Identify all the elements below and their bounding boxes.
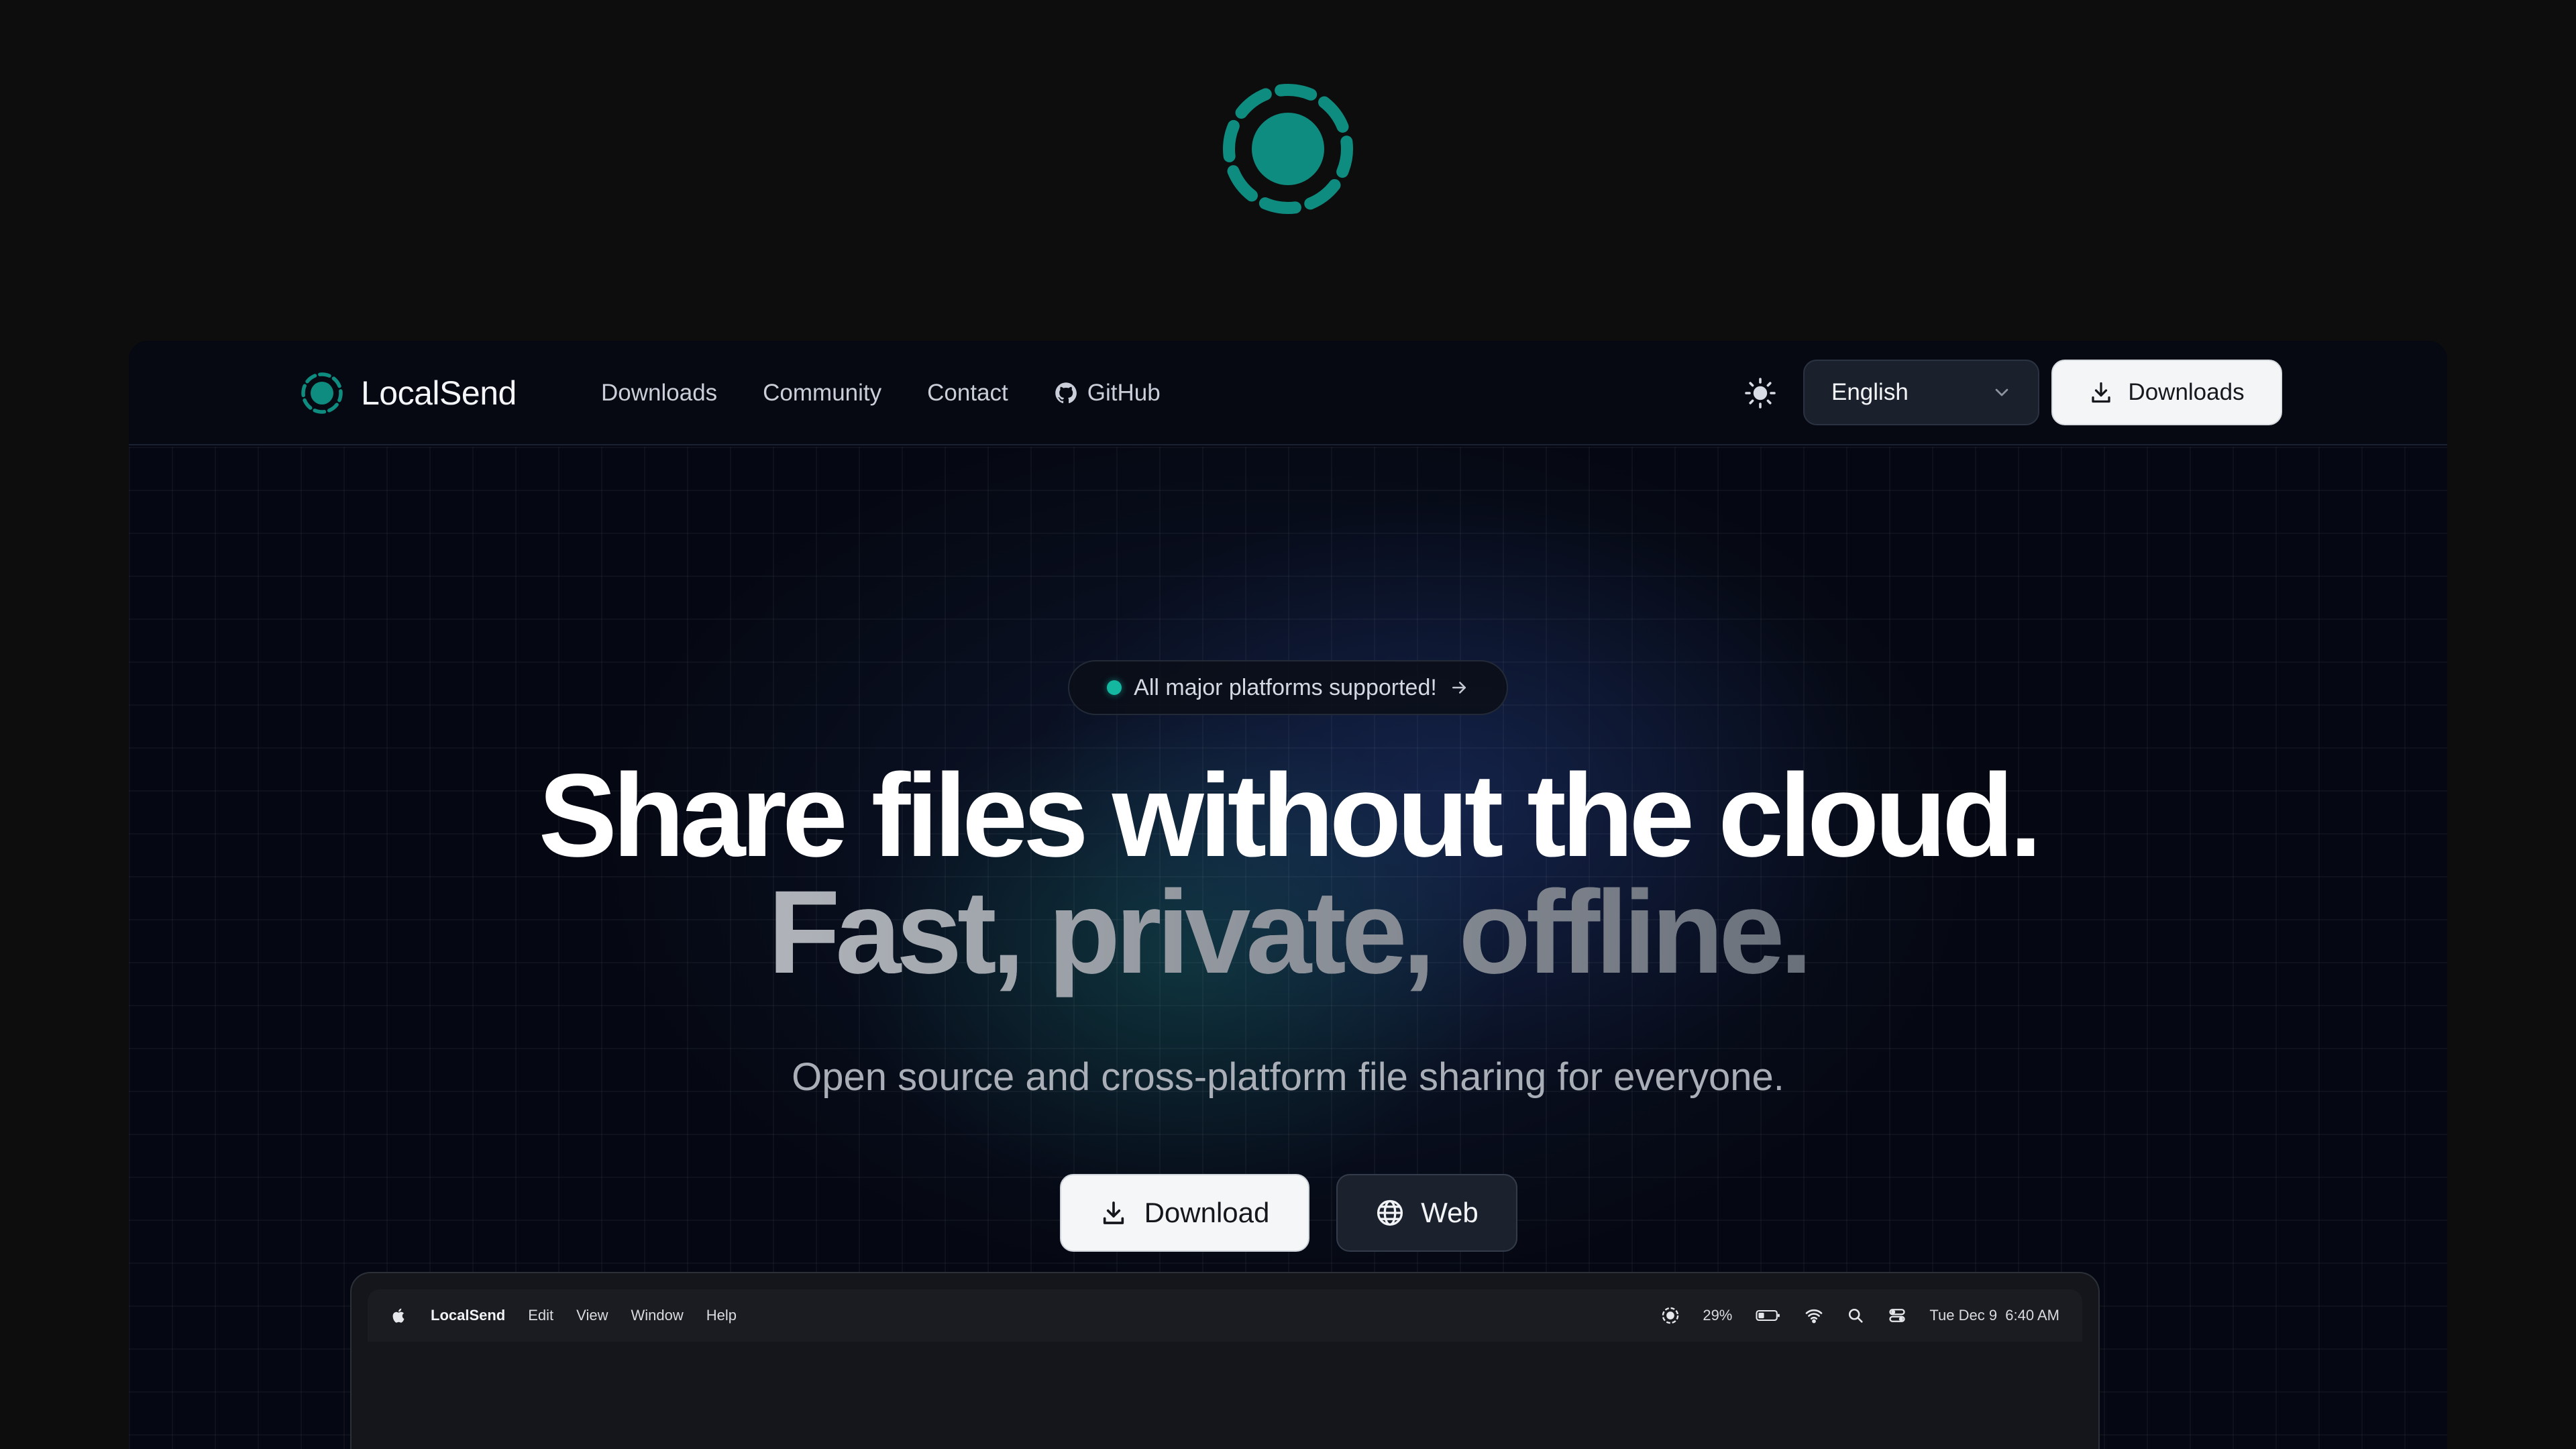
globe-icon (1377, 1199, 1403, 1226)
nav-label: Community (763, 380, 882, 406)
apple-icon (392, 1308, 405, 1323)
hero-subheadline: Fast, private, offline. (129, 873, 2447, 991)
mac-datetime: Tue Dec 9 6:40 AM (1929, 1307, 2059, 1324)
github-icon (1055, 382, 1077, 404)
nav-downloads[interactable]: Downloads (601, 380, 717, 407)
badge-text: All major platforms supported! (1134, 674, 1437, 700)
hero-download-button[interactable]: Download (1060, 1174, 1309, 1252)
hero-headline: Share files without the cloud. (538, 750, 2043, 881)
localsend-tray-icon (1662, 1307, 1679, 1324)
site-header: LocalSend Downloads Community Contact Gi… (129, 341, 2447, 445)
nav-contact[interactable]: Contact (927, 380, 1008, 407)
localsend-logo-icon (301, 372, 343, 414)
hero-tagline: Open source and cross-platform file shar… (792, 1055, 1784, 1099)
mac-menu-edit[interactable]: Edit (528, 1307, 553, 1324)
chevron-down-icon (1995, 388, 2008, 396)
hero-web-label: Web (1421, 1197, 1479, 1228)
nav-community[interactable]: Community (763, 380, 881, 407)
nav-label: Downloads (601, 380, 718, 406)
nav-label: Contact (927, 380, 1008, 406)
platforms-badge[interactable]: All major platforms supported! (1068, 660, 1508, 715)
app-preview-window: LocalSend Edit View Window Help 29% Tue … (350, 1272, 2100, 1449)
language-value: English (1831, 379, 1909, 405)
wifi-icon (1806, 1309, 1823, 1324)
header-downloads-label: Downloads (2128, 379, 2245, 405)
search-icon (1849, 1308, 1863, 1323)
mac-app-name: LocalSend (431, 1307, 506, 1324)
download-icon (2092, 382, 2111, 403)
battery-percent: 29% (1703, 1307, 1733, 1324)
hero-download-label: Download (1144, 1197, 1270, 1228)
brand-name: LocalSend (361, 374, 517, 412)
brand-link[interactable]: LocalSend (301, 368, 517, 419)
localsend-logo-icon (1223, 84, 1353, 214)
theme-toggle-button[interactable] (1741, 374, 1779, 412)
arrow-right-icon (1452, 682, 1466, 694)
mac-menubar: LocalSend Edit View Window Help 29% Tue … (368, 1289, 2082, 1342)
mac-menu-window[interactable]: Window (631, 1307, 683, 1324)
language-select[interactable]: English (1803, 360, 2039, 425)
hero-subheadline-text: Fast, private, offline. (767, 867, 1813, 998)
sun-icon (1745, 378, 1776, 409)
mac-menu-view[interactable]: View (576, 1307, 608, 1324)
status-dot (1107, 680, 1122, 695)
main-nav: Downloads Community Contact GitHub (601, 368, 1161, 419)
nav-label: GitHub (1087, 380, 1161, 406)
download-icon (1103, 1201, 1124, 1224)
nav-github[interactable]: GitHub (1054, 380, 1161, 407)
battery-icon (1756, 1309, 1780, 1322)
mac-menu-help[interactable]: Help (706, 1307, 737, 1324)
hero-web-button[interactable]: Web (1336, 1174, 1517, 1252)
control-center-icon (1889, 1309, 1906, 1322)
header-downloads-button[interactable]: Downloads (2051, 360, 2282, 425)
